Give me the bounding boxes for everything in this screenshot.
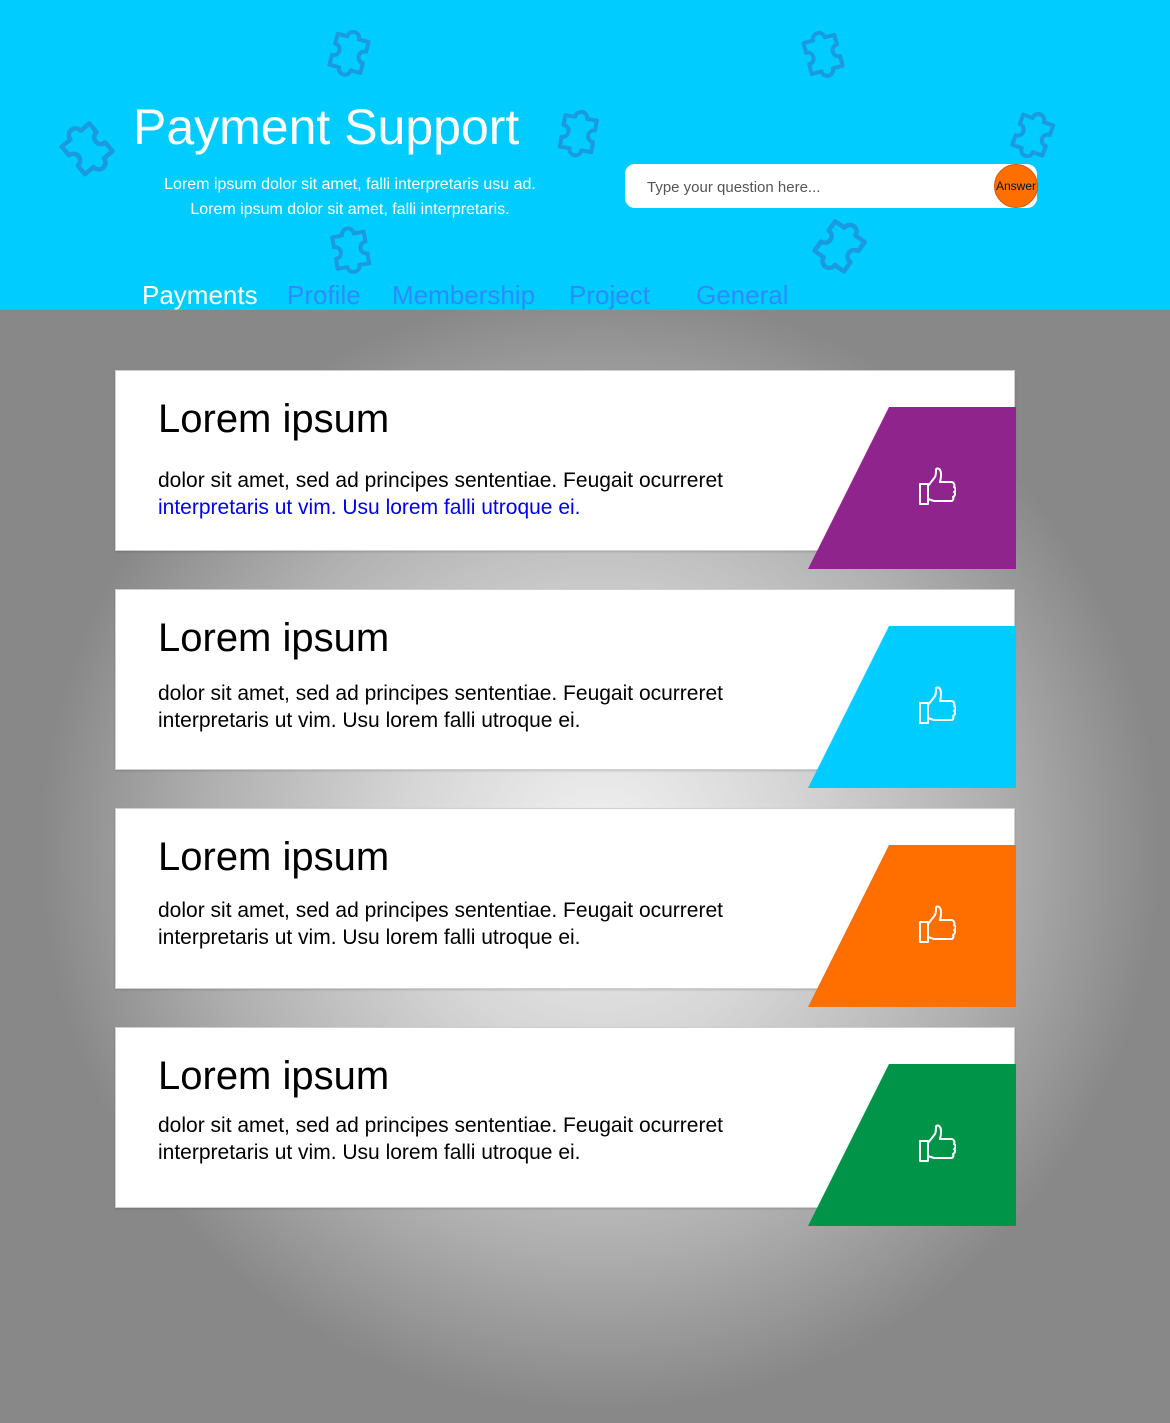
card-title: Lorem ipsum [158,1054,390,1098]
card-body-line-2: interpretaris ut vim. Usu lorem falli ut… [158,709,581,732]
subtitle-line-2: Lorem ipsum dolor sit amet, falli interp… [190,201,510,218]
puzzle-piece-icon [316,214,388,278]
page-subtitle: Lorem ipsum dolor sit amet, falli interp… [140,172,560,222]
card-title: Lorem ipsum [158,397,390,441]
answer-button[interactable]: Answer [994,164,1038,208]
tag-background [808,845,1016,1007]
tab-profile[interactable]: Profile [287,280,361,310]
like-tag-green[interactable] [808,1064,1016,1226]
like-tag-purple[interactable] [808,407,1016,569]
search-box [625,164,1037,210]
category-tabs: Payments Profile Membership Project Gene… [0,280,1170,310]
like-tag-cyan[interactable] [808,626,1016,788]
card-body: dolor sit amet, sed ad principes sentent… [158,1112,798,1166]
like-tag-orange[interactable] [808,845,1016,1007]
puzzle-piece-icon [788,18,860,82]
question-search-input[interactable] [645,164,989,210]
card-body: dolor sit amet, sed ad principes sentent… [158,467,798,521]
card-body-line-1: dolor sit amet, sed ad principes sentent… [158,1114,723,1137]
puzzle-piece-icon [46,108,126,180]
tag-background [808,407,1016,569]
card-body-line-1: dolor sit amet, sed ad principes sentent… [158,899,723,922]
tab-project[interactable]: Project [569,280,650,310]
card-title: Lorem ipsum [158,835,390,879]
header-banner: Payment Support Lorem ipsum dolor sit am… [0,0,1170,310]
puzzle-piece-icon [804,208,884,280]
tag-background [808,626,1016,788]
tab-membership[interactable]: Membership [392,280,535,310]
card-body: dolor sit amet, sed ad principes sentent… [158,680,798,734]
puzzle-piece-icon [1000,100,1072,164]
card-title: Lorem ipsum [158,616,390,660]
card-body-line-1: dolor sit amet, sed ad principes sentent… [158,469,723,492]
tag-background [808,1064,1016,1226]
puzzle-piece-icon [316,18,388,82]
puzzle-piece-icon [545,98,617,162]
tab-general[interactable]: General [696,280,789,310]
subtitle-line-1: Lorem ipsum dolor sit amet, falli interp… [164,176,536,193]
card-body-line-2: interpretaris ut vim. Usu lorem falli ut… [158,1141,581,1164]
tab-payments[interactable]: Payments [142,280,258,310]
card-body-link[interactable]: interpretaris ut vim. Usu lorem falli ut… [158,496,581,519]
page-title: Payment Support [133,99,520,155]
card-body-line-2: interpretaris ut vim. Usu lorem falli ut… [158,926,581,949]
card-body: dolor sit amet, sed ad principes sentent… [158,897,798,951]
card-body-line-1: dolor sit amet, sed ad principes sentent… [158,682,723,705]
